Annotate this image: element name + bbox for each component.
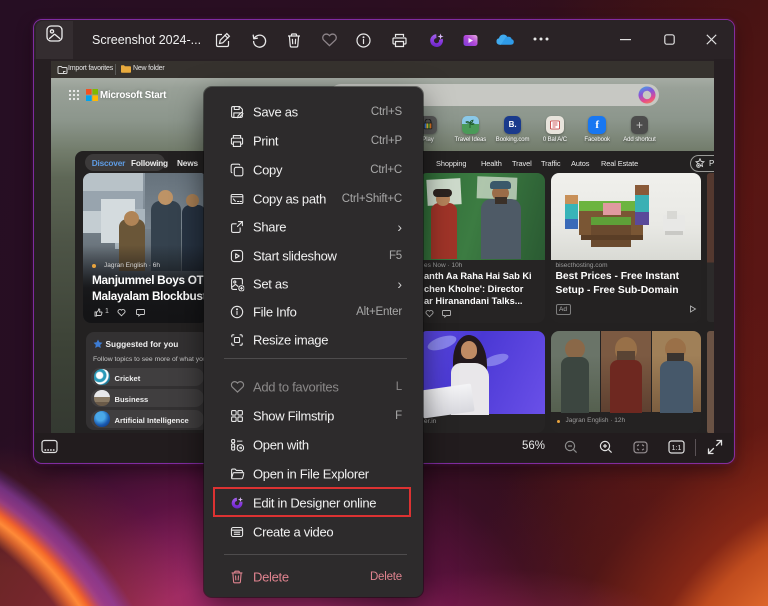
svg-text:1:1: 1:1 (672, 445, 682, 452)
